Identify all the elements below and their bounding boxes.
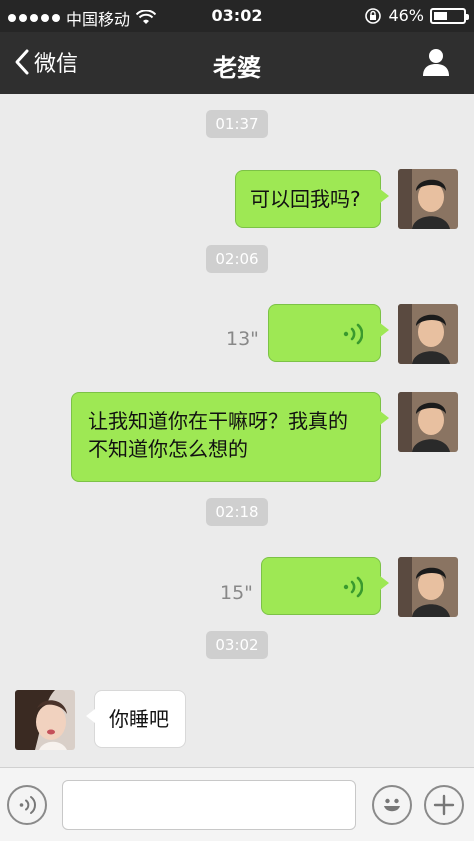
timestamp: 02:18 [206, 498, 268, 526]
avatar-image [15, 690, 75, 750]
voice-duration: 15" [220, 582, 253, 604]
avatar-image [398, 557, 458, 617]
message-text: 你睡吧 [109, 707, 169, 731]
contact-avatar[interactable] [15, 690, 75, 750]
my-avatar[interactable] [398, 392, 458, 452]
my-avatar[interactable] [398, 169, 458, 229]
voice-input-icon [19, 796, 36, 814]
outgoing-text-bubble[interactable]: 让我知道你在干嘛呀？我真的 不知道你怎么想的 [71, 392, 389, 482]
voice-input-button[interactable] [7, 785, 47, 825]
outgoing-voice-bubble[interactable] [268, 304, 389, 362]
avatar-image [398, 304, 458, 364]
avatar-image [398, 392, 458, 452]
status-right: 46% [364, 6, 469, 25]
chat-area[interactable]: 01:37 可以回我吗? 02:06 13" 让我知道你在干嘛呀？我真的 不知道… [0, 94, 474, 766]
plus-icon [433, 794, 455, 816]
voice-wave-icon [343, 576, 363, 598]
battery-icon [430, 7, 469, 24]
battery-percent: 46% [388, 6, 424, 25]
input-bar [0, 767, 474, 841]
emoji-icon [384, 798, 400, 812]
add-button[interactable] [424, 785, 464, 825]
message-input[interactable] [62, 780, 356, 830]
timestamp: 02:06 [206, 245, 268, 273]
message-text-line: 不知道你怎么想的 [88, 437, 248, 461]
chat-title: 老婆 [213, 54, 261, 82]
emoji-button[interactable] [372, 785, 412, 825]
my-avatar[interactable] [398, 557, 458, 617]
my-avatar[interactable] [398, 304, 458, 364]
message-text-line: 让我知道你在干嘛呀？我真的 [88, 409, 348, 433]
message-text: 可以回我吗? [250, 187, 361, 211]
timestamp: 03:02 [206, 631, 268, 659]
status-bar: 中国移动 03:02 46% [0, 0, 474, 32]
rotation-lock-icon [365, 7, 382, 24]
outgoing-voice-bubble[interactable] [261, 557, 389, 615]
voice-wave-icon [343, 323, 363, 345]
outgoing-text-bubble[interactable]: 可以回我吗? [235, 170, 389, 228]
timestamp: 01:37 [206, 110, 268, 138]
nav-bar: 微信 老婆 [0, 32, 474, 94]
voice-duration: 13" [226, 328, 259, 350]
person-icon[interactable] [420, 46, 452, 78]
incoming-text-bubble[interactable]: 你睡吧 [86, 690, 186, 748]
avatar-image [398, 169, 458, 229]
